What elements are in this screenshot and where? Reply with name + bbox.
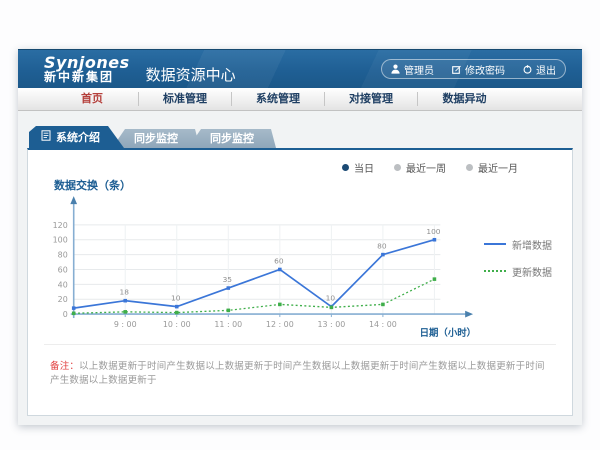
svg-text:13 : 00: 13 : 00 xyxy=(317,320,345,329)
svg-text:100: 100 xyxy=(426,227,440,236)
logo-text-en: Synjones xyxy=(44,54,130,71)
legend-new-data: 新增数据 xyxy=(484,237,552,252)
logout-button[interactable]: 退出 xyxy=(514,62,565,77)
svg-text:日期（小时）: 日期（小时） xyxy=(420,327,476,339)
tab-system-intro[interactable]: 系统介绍 xyxy=(29,126,124,148)
radio-icon xyxy=(342,164,349,171)
dotted-swatch-icon xyxy=(484,270,506,272)
header: Synjones 新中新集团 数据资源中心 管理员 修改密码 退出 xyxy=(18,49,582,88)
svg-text:80: 80 xyxy=(377,242,387,251)
tab-bar: 系统介绍 同步监控 同步监控 xyxy=(29,126,573,148)
svg-text:60: 60 xyxy=(274,257,284,266)
filter-last-month[interactable]: 最近一月 xyxy=(466,160,518,175)
nav-item-home[interactable]: 首页 xyxy=(46,92,139,106)
nav-item-interface[interactable]: 对接管理 xyxy=(325,92,418,106)
user-icon xyxy=(391,64,400,74)
svg-text:80: 80 xyxy=(58,251,68,260)
svg-text:12 : 00: 12 : 00 xyxy=(266,320,294,329)
svg-text:9 : 00: 9 : 00 xyxy=(114,320,137,329)
tab-sync-monitor-1[interactable]: 同步监控 xyxy=(112,129,200,148)
svg-text:14 : 00: 14 : 00 xyxy=(369,320,397,329)
company-logo: Synjones 新中新集团 xyxy=(44,54,130,84)
line-chart-svg: 0 20 40 60 80 100 120 9 : 00 10 : 00 11 : 00 12 : … xyxy=(40,193,482,340)
footnote: 备注：以上数据更新于时间产生数据以上数据更新于时间产生数据以上数据更新于时间产生… xyxy=(44,344,556,386)
svg-text:0: 0 xyxy=(63,310,68,319)
svg-text:100: 100 xyxy=(53,236,68,245)
filter-today[interactable]: 当日 xyxy=(342,160,374,175)
y-axis-title: 数据交换（条） xyxy=(54,177,560,193)
svg-text:10 : 00: 10 : 00 xyxy=(163,320,191,329)
time-range-filter: 当日 最近一周 最近一月 xyxy=(40,150,560,175)
content-area: 系统介绍 同步监控 同步监控 当日 最近一周 最近一月 数据交换 xyxy=(18,111,582,425)
power-icon xyxy=(523,65,532,74)
nav-item-data-change[interactable]: 数据异动 xyxy=(418,92,511,106)
svg-text:60: 60 xyxy=(58,265,68,274)
svg-text:10: 10 xyxy=(171,294,181,303)
document-icon xyxy=(41,130,51,144)
legend-label: 更新数据 xyxy=(512,264,552,279)
footnote-text: 以上数据更新于时间产生数据以上数据更新于时间产生数据以上数据更新于时间产生数据以… xyxy=(50,361,545,386)
filter-label: 最近一周 xyxy=(406,160,446,175)
edit-icon xyxy=(452,65,461,74)
footnote-label: 备注： xyxy=(50,361,79,372)
radio-icon xyxy=(394,164,401,171)
line-swatch-icon xyxy=(484,243,506,245)
chart-row: 0 20 40 60 80 100 120 9 : 00 10 : 00 11 : 00 12 : … xyxy=(40,193,560,340)
app-window: Synjones 新中新集团 数据资源中心 管理员 修改密码 退出 xyxy=(18,49,582,425)
tab-label: 同步监控 xyxy=(210,132,254,145)
admin-button[interactable]: 管理员 xyxy=(382,62,443,77)
logo-text-cn: 新中新集团 xyxy=(44,71,130,84)
change-password-label: 修改密码 xyxy=(465,62,505,77)
svg-text:20: 20 xyxy=(58,295,68,304)
admin-label: 管理员 xyxy=(404,62,434,77)
chart-panel: 当日 最近一周 最近一月 数据交换（条） 0 20 40 60 80 100 120 9 : … xyxy=(27,148,573,416)
page-title: 数据资源中心 xyxy=(146,64,236,85)
svg-text:10: 10 xyxy=(326,294,336,303)
logout-label: 退出 xyxy=(536,62,556,77)
tab-sync-monitor-2[interactable]: 同步监控 xyxy=(188,129,276,148)
svg-text:35: 35 xyxy=(223,275,233,284)
filter-label: 最近一月 xyxy=(478,160,518,175)
legend-updated-data: 更新数据 xyxy=(484,264,552,279)
tab-label: 同步监控 xyxy=(134,132,178,145)
filter-last-week[interactable]: 最近一周 xyxy=(394,160,446,175)
change-password-button[interactable]: 修改密码 xyxy=(443,62,514,77)
radio-icon xyxy=(466,164,473,171)
user-menu: 管理员 修改密码 退出 xyxy=(381,59,566,79)
svg-text:18: 18 xyxy=(120,288,130,297)
nav-item-system[interactable]: 系统管理 xyxy=(232,92,325,106)
svg-text:120: 120 xyxy=(53,221,68,230)
nav-item-standards[interactable]: 标准管理 xyxy=(139,92,232,106)
series-legend: 新增数据 更新数据 xyxy=(484,237,552,279)
main-nav: 首页 标准管理 系统管理 对接管理 数据异动 xyxy=(18,88,582,111)
svg-text:11 : 00: 11 : 00 xyxy=(214,320,242,329)
svg-text:40: 40 xyxy=(58,280,68,289)
legend-label: 新增数据 xyxy=(512,237,552,252)
filter-label: 当日 xyxy=(354,160,374,175)
tab-label: 系统介绍 xyxy=(56,129,100,145)
